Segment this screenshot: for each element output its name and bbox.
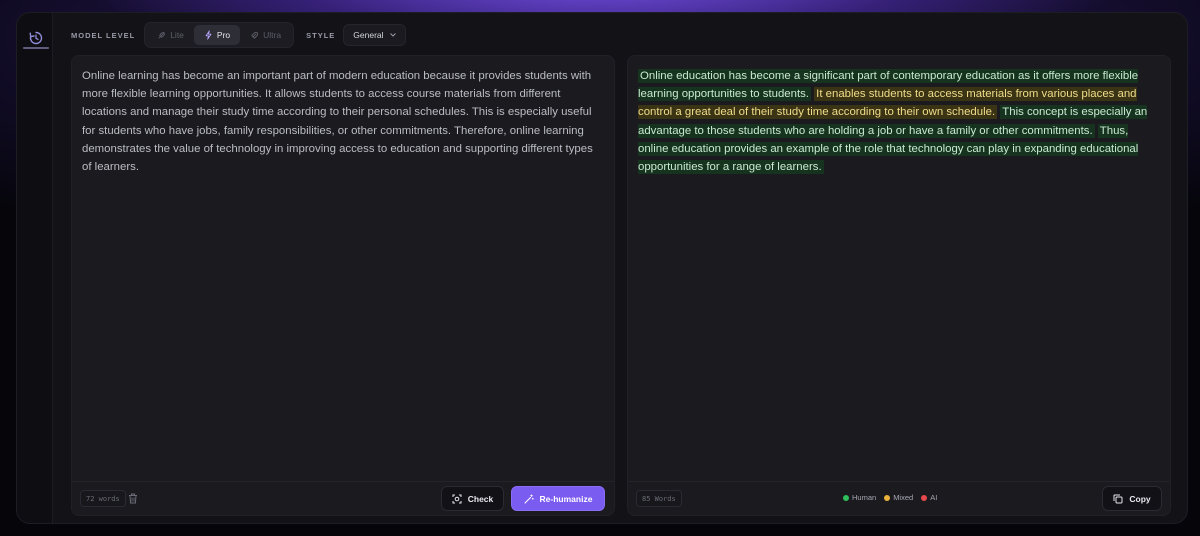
level-pro-label: Pro [216,30,231,40]
history-icon [29,31,43,45]
level-ultra-label: Ultra [263,30,282,40]
output-word-count: 85 Words [636,490,682,507]
app-window: MODEL LEVEL Lite Pro Ultra STYLE General… [16,12,1188,524]
toolbar: MODEL LEVEL Lite Pro Ultra STYLE General [71,22,406,48]
level-lite-option[interactable]: Lite [147,25,194,45]
legend-mixed: Mixed [884,493,913,502]
rehumanize-label: Re-humanize [539,493,593,504]
active-indicator [23,47,49,49]
check-label: Check [467,493,494,504]
legend-ai-label: AI [930,493,938,502]
mixed-dot-icon [884,494,891,501]
legend-human-label: Human [852,493,877,502]
legend-mixed-label: Mixed [893,493,914,502]
rehumanize-button[interactable]: Re-humanize [511,486,605,511]
output-panel: Online education has become a significan… [627,55,1171,516]
legend-human: Human [843,493,876,502]
output-text: Online education has become a significan… [638,67,1160,176]
copy-label: Copy [1129,493,1151,504]
level-lite-label: Lite [170,30,184,40]
legend-ai: AI [921,493,937,502]
level-ultra-option[interactable]: Ultra [240,25,291,45]
check-button[interactable]: Check [441,486,504,511]
history-button[interactable] [25,27,47,49]
style-label: STYLE [306,30,336,40]
input-word-count: 72 words [80,490,126,507]
trash-icon[interactable] [128,493,138,504]
copy-icon [1113,494,1123,503]
ai-dot-icon [921,494,928,501]
magic-wand-icon [523,493,534,504]
scan-icon [452,494,462,503]
model-level-selector: Lite Pro Ultra [144,22,295,48]
bolt-icon [205,30,212,40]
level-pro-option[interactable]: Pro [193,25,241,45]
style-value: General [353,30,384,40]
chevron-down-icon [389,33,396,37]
copy-button[interactable]: Copy [1102,486,1162,511]
input-footer: 72 words Check Re-humanize [72,481,614,515]
output-footer: 85 Words Human Mixed AI Copy [628,481,1170,515]
model-level-label: MODEL LEVEL [71,30,136,40]
input-panel: Online learning has become an important … [71,55,615,516]
feather-icon [158,31,166,39]
rocket-icon [251,31,259,39]
human-dot-icon [843,494,849,501]
style-dropdown[interactable]: General [343,24,406,46]
classification-legend: Human Mixed AI [843,493,937,502]
side-rail [17,13,53,523]
input-textarea[interactable]: Online learning has become an important … [82,67,604,176]
